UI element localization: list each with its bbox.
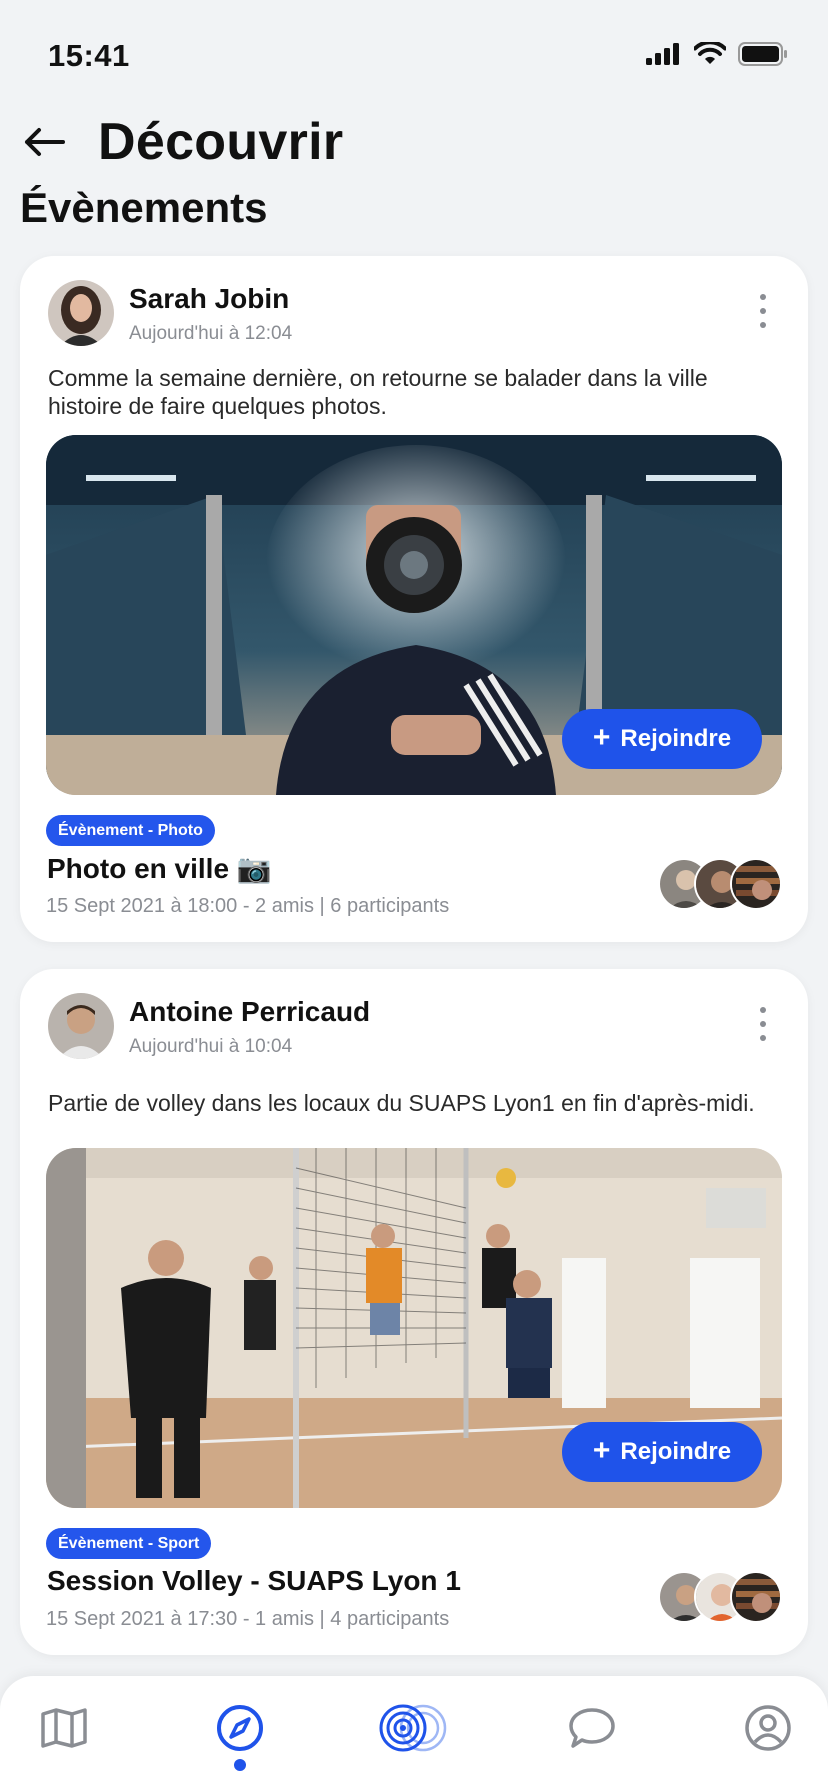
more-dots-icon <box>760 294 766 300</box>
participant-avatar <box>730 1571 782 1623</box>
plus-icon: + <box>592 720 611 754</box>
participant-avatars[interactable] <box>658 858 782 910</box>
author-name[interactable]: Antoine Perricaud <box>129 996 370 1028</box>
bottom-nav <box>0 1676 828 1792</box>
section-title: Évènements <box>20 184 268 231</box>
nav-discover[interactable] <box>210 1698 270 1758</box>
nav-messages[interactable] <box>562 1698 622 1758</box>
event-title[interactable]: Session Volley - SUAPS Lyon 1 <box>47 1565 461 1597</box>
arrow-left-icon <box>25 128 65 156</box>
event-card: Antoine Perricaud Aujourd'hui à 10:04 Pa… <box>20 969 808 1655</box>
signal-icon <box>646 43 679 65</box>
map-icon <box>41 1708 87 1748</box>
event-meta: 15 Sept 2021 à 17:30 - 1 amis | 4 partic… <box>46 1608 450 1630</box>
post-text: Comme la semaine dernière, on retourne s… <box>48 365 708 419</box>
status-bar: 15:41 <box>0 0 828 100</box>
active-nav-indicator <box>234 1759 246 1771</box>
join-button[interactable]: + Rejoindre <box>562 1422 762 1482</box>
post-image: + Rejoindre <box>46 1148 782 1508</box>
event-category-badge: Évènement - Sport <box>46 1528 212 1559</box>
nav-map[interactable] <box>34 1698 94 1758</box>
page-title: Découvrir <box>98 113 344 171</box>
more-dots-icon <box>760 1007 766 1013</box>
back-button[interactable] <box>20 118 68 166</box>
avatar[interactable] <box>48 280 114 346</box>
more-options-button[interactable] <box>756 1007 770 1041</box>
author-name[interactable]: Sarah Jobin <box>129 283 289 315</box>
status-time: 15:41 <box>48 38 130 73</box>
event-card: Sarah Jobin Aujourd'hui à 12:04 Comme la… <box>20 256 808 942</box>
nav-profile[interactable] <box>738 1698 798 1758</box>
participant-avatars[interactable] <box>658 1571 782 1623</box>
avatar[interactable] <box>48 993 114 1059</box>
profile-icon <box>745 1705 791 1751</box>
join-button[interactable]: + Rejoindre <box>562 709 762 769</box>
wifi-icon <box>694 42 726 64</box>
event-category-badge: Évènement - Photo <box>46 815 215 846</box>
battery-icon <box>738 42 787 66</box>
more-options-button[interactable] <box>756 294 770 328</box>
post-image: + Rejoindre <box>46 435 782 795</box>
compass-icon <box>217 1705 263 1751</box>
join-button-label: Rejoindre <box>620 725 732 752</box>
chat-bubble-icon <box>569 1708 615 1748</box>
event-title[interactable]: Photo en ville 📷 <box>47 852 272 885</box>
post-timestamp: Aujourd'hui à 10:04 <box>129 1036 293 1057</box>
plus-icon: + <box>592 1433 611 1467</box>
status-icons <box>646 42 788 66</box>
participant-avatar <box>730 858 782 910</box>
radar-icon <box>379 1704 447 1752</box>
join-button-label: Rejoindre <box>620 1438 732 1465</box>
event-meta: 15 Sept 2021 à 18:00 - 2 amis | 6 partic… <box>46 895 450 917</box>
nav-radar[interactable] <box>372 1698 454 1758</box>
post-text: Partie de volley dans les locaux du SUAP… <box>48 1090 755 1116</box>
post-timestamp: Aujourd'hui à 12:04 <box>129 323 293 344</box>
